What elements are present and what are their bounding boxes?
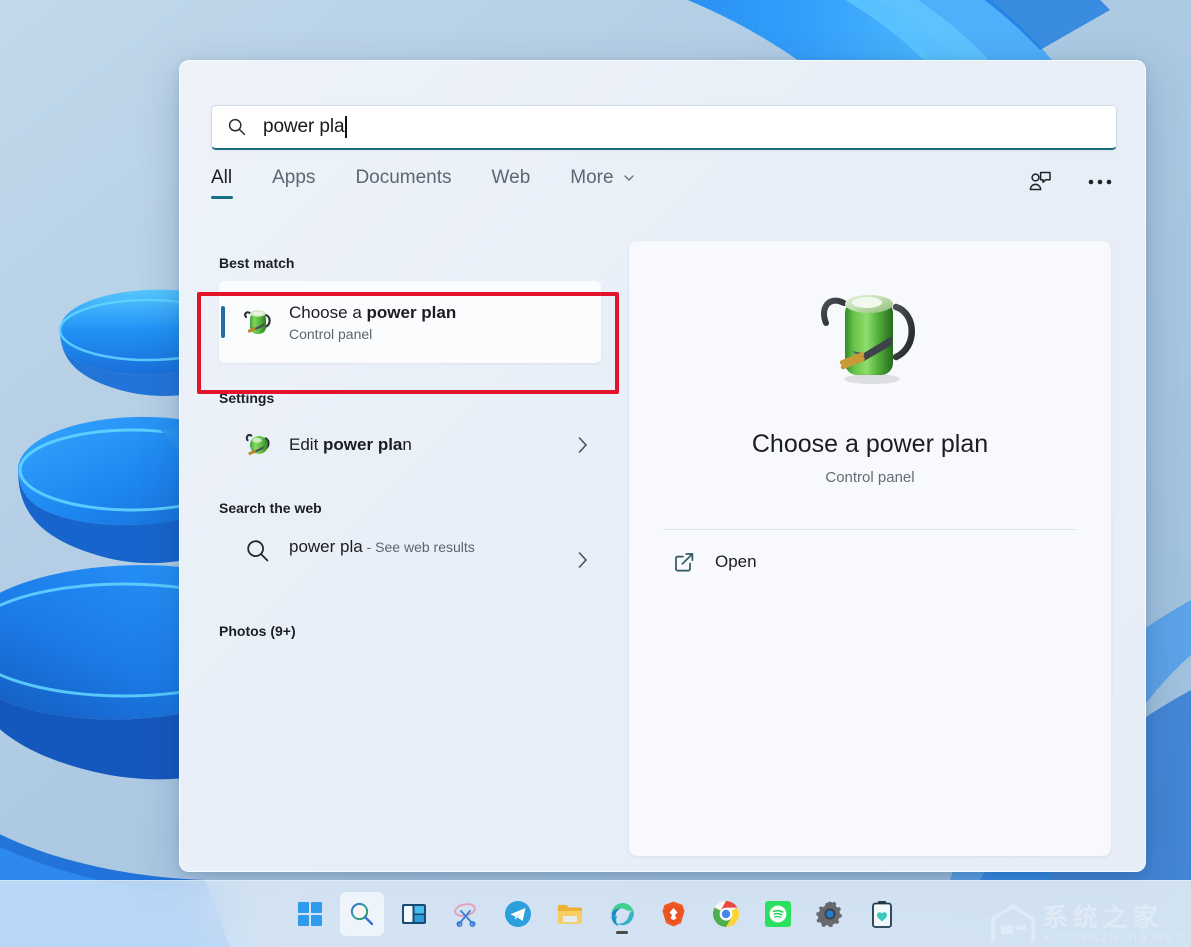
best-match-subtitle: Control panel [289,326,373,343]
tab-web-label: Web [491,167,531,188]
task-view-icon [401,904,426,924]
search-icon [350,902,373,926]
open-action-label: Open [715,552,757,571]
selection-indicator [221,306,225,338]
telegram-button[interactable] [496,892,540,936]
web-search-result[interactable]: power pla - See web results [219,526,601,598]
power-plan-icon [236,304,280,340]
tab-documents[interactable]: Documents [355,167,451,199]
tab-apps[interactable]: Apps [272,167,315,199]
best-match-title-bold: power plan [366,302,457,322]
photos-heading: Photos (9+) [219,623,296,639]
chrome-icon [712,901,739,927]
edge-button[interactable] [600,892,644,936]
tab-all[interactable]: All [211,167,233,199]
preview-subtitle: Control panel [825,469,915,486]
chevron-right-icon[interactable] [576,550,589,570]
best-match-texts: Choose a power plan Control panel [289,302,456,342]
search-icon [228,118,246,136]
brave-icon [662,901,685,927]
snipping-tool-icon [453,903,476,927]
taskbar [0,880,1191,947]
best-match-result[interactable]: Choose a power plan Control panel [219,281,601,363]
running-indicator [615,931,628,934]
tab-documents-label: Documents [355,167,452,188]
file-explorer-button[interactable] [548,892,592,936]
edit-power-plan-icon [236,428,280,462]
search-icon [236,538,280,564]
windows-logo-icon [297,902,322,926]
best-match-heading: Best match [219,255,295,271]
search-flyout-panel: power pla All Apps Documents Web More Be… [179,60,1146,872]
settings-result-title: Edit power plan [289,434,412,455]
chrome-button[interactable] [704,892,748,936]
settings-heading: Settings [219,390,275,406]
battery-health-button[interactable] [860,892,904,936]
web-result-query: power pla [289,537,363,556]
preview-actions: Open [663,538,1077,586]
telegram-icon [504,901,531,927]
preview-pane: Choose a power plan Control panel Open [629,241,1111,856]
search-taskbar-button[interactable] [339,892,384,936]
search-the-web-heading: Search the web [219,500,322,516]
text-cursor [345,116,347,138]
settings-title-prefix: Edit [289,435,324,455]
best-match-title-prefix: Choose a [289,302,367,322]
search-box-container: power pla [211,105,1117,150]
edge-icon [611,902,634,927]
open-action-button[interactable]: Open [663,538,1077,586]
settings-result-texts: Edit power plan [289,434,412,455]
search-input-value: power pla [263,116,345,137]
best-match-title: Choose a power plan [289,302,456,323]
settings-button[interactable] [808,892,852,936]
web-result-title: power pla - See web results [289,536,475,559]
start-button[interactable] [288,892,332,936]
filter-tabs: All Apps Documents Web More [211,167,1117,211]
power-plan-icon [812,281,928,402]
battery-health-icon [871,901,892,928]
feedback-icon[interactable] [1023,167,1057,197]
taskbar-items [288,892,904,936]
settings-title-suffix: n [402,435,412,455]
chevron-down-icon [623,175,634,181]
task-view-button[interactable] [392,892,436,936]
brave-button[interactable] [652,892,696,936]
preview-title: Choose a power plan [751,430,989,458]
spotify-icon [764,901,791,927]
web-result-texts: power pla - See web results [289,536,475,559]
open-external-icon [675,553,694,572]
chevron-right-icon[interactable] [576,435,589,455]
tab-apps-label: Apps [272,167,316,188]
settings-result-edit-power-plan[interactable]: Edit power plan [219,416,601,474]
web-result-suffix: - See web results [362,539,475,555]
tab-all-label: All [211,167,233,188]
more-options-icon[interactable] [1083,167,1117,197]
desktop: power pla All Apps Documents Web More Be… [0,0,1191,947]
tab-more-label: More [570,167,614,188]
results-list: Best match Choose a power plan Control p… [180,241,629,871]
settings-title-bold: power pla [323,435,403,455]
preview-divider [663,529,1077,530]
search-input[interactable]: power pla [211,105,1117,150]
snipping-tool-button[interactable] [444,892,488,936]
tab-more[interactable]: More [570,167,635,199]
gear-icon [815,901,842,928]
folder-icon [557,904,582,924]
search-content: Best match Choose a power plan Control p… [180,241,1145,871]
header-icon-group [1023,167,1117,205]
spotify-button[interactable] [756,892,800,936]
tab-active-underline [211,195,233,199]
tab-web[interactable]: Web [492,167,531,199]
